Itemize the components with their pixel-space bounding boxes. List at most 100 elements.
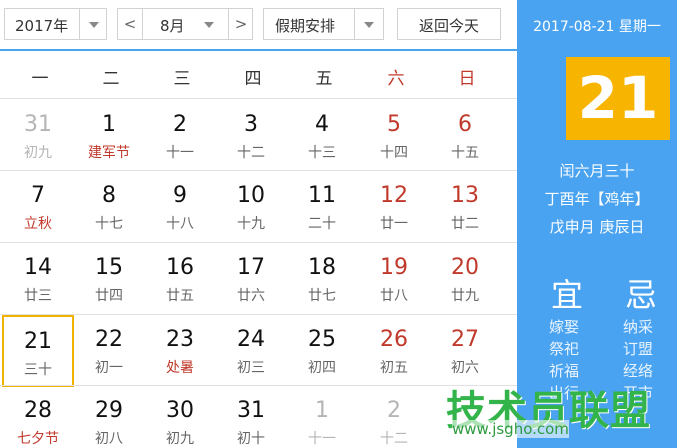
ji-item: 纳采 (623, 318, 654, 336)
day-number: 10 (237, 183, 265, 208)
lunar-label: 廿一 (380, 216, 408, 232)
lunar-label: 初六 (451, 360, 479, 376)
lunar-label: 十二 (237, 145, 265, 161)
weekday-header: 一 二 三 四 五 六 日 (0, 52, 517, 98)
lunar-label: 初八 (95, 431, 123, 447)
selected-date: 2017-08-21 星期一 (533, 19, 661, 35)
day-number: 29 (95, 398, 123, 423)
lunar-label: 初三 (237, 360, 265, 376)
calendar-day[interactable]: 5 十四 (358, 100, 430, 172)
calendar-day[interactable]: 17 廿六 (215, 243, 287, 315)
calendar-day[interactable]: 28 七夕节 (2, 386, 74, 448)
calendar-day[interactable]: 13 廿二 (429, 171, 501, 243)
calendar-day[interactable]: 11 二十 (286, 171, 358, 243)
lunar-label: 十二 (380, 431, 408, 447)
lunar-label: 廿三 (24, 288, 52, 304)
day-number: 1 (102, 112, 116, 137)
calendar-day[interactable]: 1 建军节 (73, 100, 145, 172)
calendar-day[interactable]: 20 廿九 (429, 243, 501, 315)
calendar-day[interactable]: 3 十二 (215, 100, 287, 172)
calendar-day[interactable]: 27 初六 (429, 315, 501, 387)
weekday-fri: 五 (315, 69, 333, 89)
day-number: 28 (24, 398, 52, 423)
calendar-day[interactable]: 25 初四 (286, 315, 358, 387)
calendar-day[interactable]: 8 十七 (73, 171, 145, 243)
day-number: 30 (166, 398, 194, 423)
lunar-label: 初十 (237, 431, 265, 447)
day-number: 26 (380, 327, 408, 352)
calendar-day[interactable]: 1 十一 (286, 386, 358, 448)
calendar-day[interactable]: 2 十二 (358, 386, 430, 448)
day-number: 14 (24, 255, 52, 280)
lunar-label: 十七 (95, 216, 123, 232)
calendar-day[interactable]: 12 廿一 (358, 171, 430, 243)
day-number: 5 (387, 112, 401, 137)
calendar-day[interactable]: 31 初十 (215, 386, 287, 448)
lunar-label: 廿八 (380, 288, 408, 304)
toolbar-divider (0, 49, 517, 51)
month-stepper[interactable]: < 8月 > (117, 8, 253, 40)
calendar-day[interactable]: 14 廿三 (2, 243, 74, 315)
lunar-label: 廿六 (237, 288, 265, 304)
back-to-today-button[interactable]: 返回今天 (397, 8, 501, 40)
day-number: 3 (244, 112, 258, 137)
weekday-tue: 二 (102, 69, 120, 89)
day-number: 25 (308, 327, 336, 352)
calendar-day[interactable]: 22 初一 (73, 315, 145, 387)
lunar-label: 初五 (380, 360, 408, 376)
holiday-select-value: 假期安排 (275, 17, 336, 35)
calendar-day[interactable]: 24 初三 (215, 315, 287, 387)
lunar-label: 廿五 (166, 288, 194, 304)
day-number: 1 (315, 398, 329, 423)
calendar-day[interactable]: 31 初九 (2, 100, 74, 172)
chevron-down-icon (89, 22, 99, 28)
yi-item: 嫁娶 (549, 318, 580, 336)
yi-item: 祭祀 (549, 340, 580, 358)
ji-label: 忌 (625, 276, 658, 314)
calendar-day[interactable]: 26 初五 (358, 315, 430, 387)
lunar-label: 十三 (308, 145, 336, 161)
next-month-button[interactable]: > (229, 15, 253, 33)
day-number: 6 (458, 112, 472, 137)
calendar-day[interactable]: 16 廿五 (144, 243, 216, 315)
lunar-label: 二十 (308, 216, 336, 232)
day-number: 4 (315, 112, 329, 137)
calendar-day[interactable]: 23 处暑 (144, 315, 216, 387)
row-divider (0, 98, 517, 99)
weekday-wed: 三 (173, 69, 191, 89)
holiday-select[interactable]: 假期安排 (263, 8, 384, 40)
month-select-value[interactable]: 8月 (160, 15, 185, 36)
yi-label: 宜 (551, 276, 584, 314)
prev-month-button[interactable]: < (118, 15, 142, 33)
calendar-day[interactable]: 7 立秋 (2, 171, 74, 243)
day-number: 22 (95, 327, 123, 352)
calendar-day[interactable]: 19 廿八 (358, 243, 430, 315)
calendar-day[interactable]: 2 十一 (144, 100, 216, 172)
calendar-day[interactable]: 15 廿四 (73, 243, 145, 315)
lunar-label: 十五 (451, 145, 479, 161)
lunar-label: 廿四 (95, 288, 123, 304)
lunar-label: 初九 (24, 145, 52, 161)
chevron-down-icon (364, 22, 374, 28)
calendar-day[interactable]: 4 十三 (286, 100, 358, 172)
calendar-day[interactable]: 10 十九 (215, 171, 287, 243)
calendar-day[interactable]: 18 廿七 (286, 243, 358, 315)
lunar-label: 建军节 (88, 145, 130, 161)
ji-item: 订盟 (623, 340, 654, 358)
lunar-label: 十一 (166, 145, 194, 161)
day-number: 16 (166, 255, 194, 280)
lunar-label: 三十 (24, 362, 52, 378)
calendar-day[interactable]: 6 十五 (429, 100, 501, 172)
day-number: 2 (387, 398, 401, 423)
ganzhi-year: 丁酉年【鸡年】 (544, 190, 650, 208)
calendar-day[interactable]: 9 十八 (144, 171, 216, 243)
big-day-number: 21 (566, 57, 670, 140)
calendar-day-today[interactable]: 21 三十 (2, 315, 74, 387)
day-number: 15 (95, 255, 123, 280)
calendar-day[interactable]: 30 初九 (144, 386, 216, 448)
calendar-day[interactable]: 29 初八 (73, 386, 145, 448)
day-number: 17 (237, 255, 265, 280)
year-select[interactable]: 2017年 (4, 8, 107, 40)
day-number: 27 (451, 327, 479, 352)
day-number: 24 (237, 327, 265, 352)
